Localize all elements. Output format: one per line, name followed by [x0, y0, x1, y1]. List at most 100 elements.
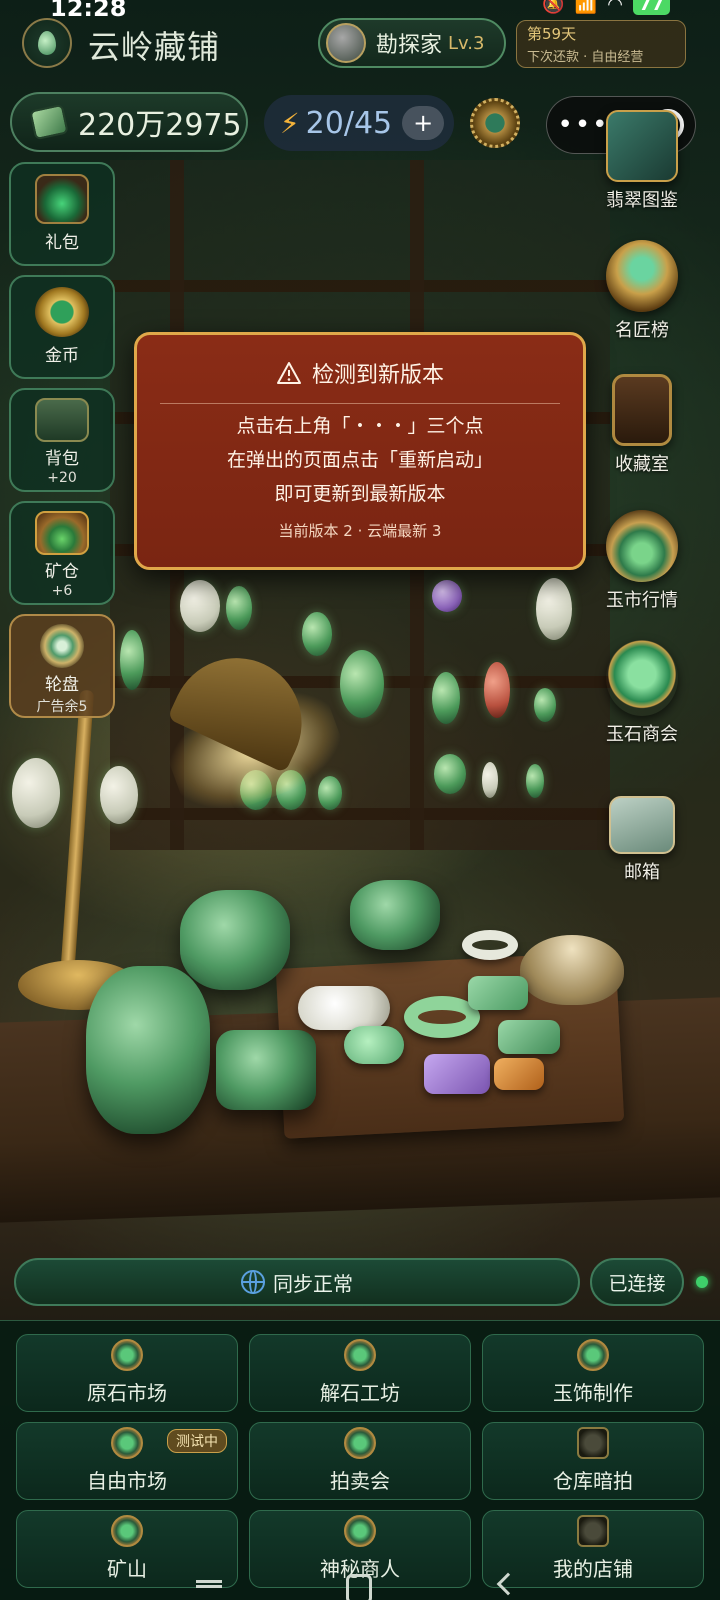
stone-cutting-workshop-label: 解石工坊: [320, 1381, 400, 1405]
market-chart-icon: [606, 510, 678, 582]
jade-pendant: [526, 764, 544, 798]
jade-pendant: [276, 770, 306, 810]
money-display[interactable]: 220万2975: [10, 92, 248, 152]
shop-icon: [577, 1515, 609, 1547]
jade-pendant: [484, 662, 510, 718]
rough-stone-icon: [111, 1339, 143, 1371]
menu-lines-icon[interactable]: [196, 1580, 222, 1588]
mine-storage-count: +6: [51, 583, 73, 599]
free-market-label: 自由市场: [87, 1469, 167, 1493]
jade-guild-label: 玉石商会: [606, 724, 678, 745]
money-value: 220万2975: [78, 108, 242, 143]
backpack-count: +20: [47, 470, 77, 486]
wooden-desk: [0, 997, 720, 1223]
rough-stone-market-label: 原石市场: [87, 1381, 167, 1405]
jade-pendant: [240, 770, 272, 810]
desk-lamp-base: [18, 960, 138, 1010]
jade-cabochon: [344, 1026, 404, 1064]
day-counter[interactable]: 第59天 下次还款 · 自由经营: [516, 20, 686, 68]
settings-gear-icon[interactable]: [470, 98, 520, 148]
jade-pendant: [180, 580, 220, 632]
dialog-divider: [160, 403, 560, 404]
jade-market-trend-button[interactable]: 玉市行情: [590, 510, 694, 612]
warehouse-blind-auction-button[interactable]: 仓库暗拍: [482, 1422, 704, 1500]
gift-pack-label: 礼包: [45, 233, 79, 253]
jade-pendant: [302, 612, 332, 656]
jade-tile: [468, 976, 528, 1010]
warning-icon: [276, 362, 301, 384]
sync-status-bar[interactable]: 同步正常: [14, 1258, 580, 1306]
lucky-wheel-button[interactable]: 轮盘 广告余5: [9, 614, 115, 718]
dialog-instruction-3: 即可更新到最新版本: [274, 483, 446, 505]
amber-jade-tile: [494, 1058, 544, 1090]
auction-button[interactable]: 拍卖会: [249, 1422, 471, 1500]
mine-storage-label: 矿仓: [45, 562, 79, 582]
jade-pendant: [12, 758, 60, 828]
globe-icon: [241, 1270, 265, 1294]
jade-pendant-icon: [606, 640, 678, 716]
coins-button[interactable]: 金币: [9, 275, 115, 379]
jade-pendant: [534, 688, 556, 722]
dialog-version-info: 当前版本 2 · 云端最新 3: [278, 522, 442, 540]
raw-jade-stone: [86, 966, 210, 1134]
rough-stone-market-button[interactable]: 原石市场: [16, 1334, 238, 1412]
mailbox-button[interactable]: 邮箱: [590, 796, 694, 884]
mailbox-label: 邮箱: [624, 862, 660, 883]
gift-pack-button[interactable]: 礼包: [9, 162, 115, 266]
jade-bangle: [404, 996, 480, 1038]
mute-bell-icon: 🔕: [542, 0, 565, 15]
jade-pendant: [482, 762, 498, 798]
merchant-icon: [344, 1515, 376, 1547]
wheel-icon: [40, 624, 84, 668]
jade-crafting-button[interactable]: 玉饰制作: [482, 1334, 704, 1412]
status-time: 12:28: [50, 0, 127, 22]
backpack-button[interactable]: 背包 +20: [9, 388, 115, 492]
stone-cutting-workshop-button[interactable]: 解石工坊: [249, 1334, 471, 1412]
energy-value: 20/45: [305, 105, 393, 141]
master-ranking-button[interactable]: 名匠榜: [590, 240, 694, 342]
app-logo-icon: [22, 18, 72, 68]
jade-pendant: [340, 650, 384, 718]
trophy-icon: [606, 240, 678, 312]
jade-catalog-button[interactable]: 翡翠图鉴: [590, 110, 694, 212]
jade-guild-button[interactable]: 玉石商会: [590, 640, 694, 746]
home-square-icon[interactable]: [346, 1574, 372, 1600]
treasure-chest-icon: [35, 511, 89, 555]
auction-label: 拍卖会: [330, 1469, 390, 1493]
back-arrow-icon[interactable]: [496, 1572, 520, 1596]
warehouse-blind-auction-label: 仓库暗拍: [553, 1469, 633, 1493]
lavender-jade-tile: [424, 1054, 490, 1094]
collection-room-label: 收藏室: [615, 454, 669, 475]
jade-crafting-icon: [577, 1339, 609, 1371]
jade-pendant: [432, 580, 462, 612]
app-title: 云岭藏铺: [88, 28, 221, 66]
warehouse-crate-icon: [577, 1427, 609, 1459]
jade-pendant: [100, 766, 138, 824]
jade-market-trend-label: 玉市行情: [606, 590, 678, 611]
free-market-button[interactable]: 自由市场 测试中: [16, 1422, 238, 1500]
white-jade-piece: [298, 986, 390, 1030]
system-navigation-bar: [0, 1572, 720, 1600]
rank-label: 勘探家: [376, 33, 443, 58]
rank-badge[interactable]: 勘探家 Lv.3: [318, 18, 506, 68]
jade-pendant: [226, 586, 252, 630]
gift-chest-icon: [35, 174, 89, 224]
connection-button[interactable]: 已连接: [590, 1258, 684, 1306]
ceramic-bowl: [520, 935, 624, 1005]
mine-storage-button[interactable]: 矿仓 +6: [9, 501, 115, 605]
battery-icon: 77: [632, 0, 670, 15]
white-bangle: [462, 930, 518, 960]
connection-status-dot: [696, 1276, 708, 1288]
mine-icon: [111, 1515, 143, 1547]
add-energy-button[interactable]: +: [402, 106, 445, 140]
day-label: 第59天: [527, 25, 577, 43]
display-cabinet-icon: [612, 374, 672, 446]
raw-jade-stone: [180, 890, 290, 990]
status-icons: 🔕 📶 ◠ 77: [542, 0, 670, 15]
raw-jade-stone: [350, 880, 440, 950]
dialog-header: 检测到新版本: [137, 357, 583, 389]
backpack-label: 背包: [45, 449, 79, 469]
desk-lamp-shade: [167, 636, 323, 774]
collection-room-button[interactable]: 收藏室: [590, 374, 694, 476]
auction-icon: [344, 1427, 376, 1459]
